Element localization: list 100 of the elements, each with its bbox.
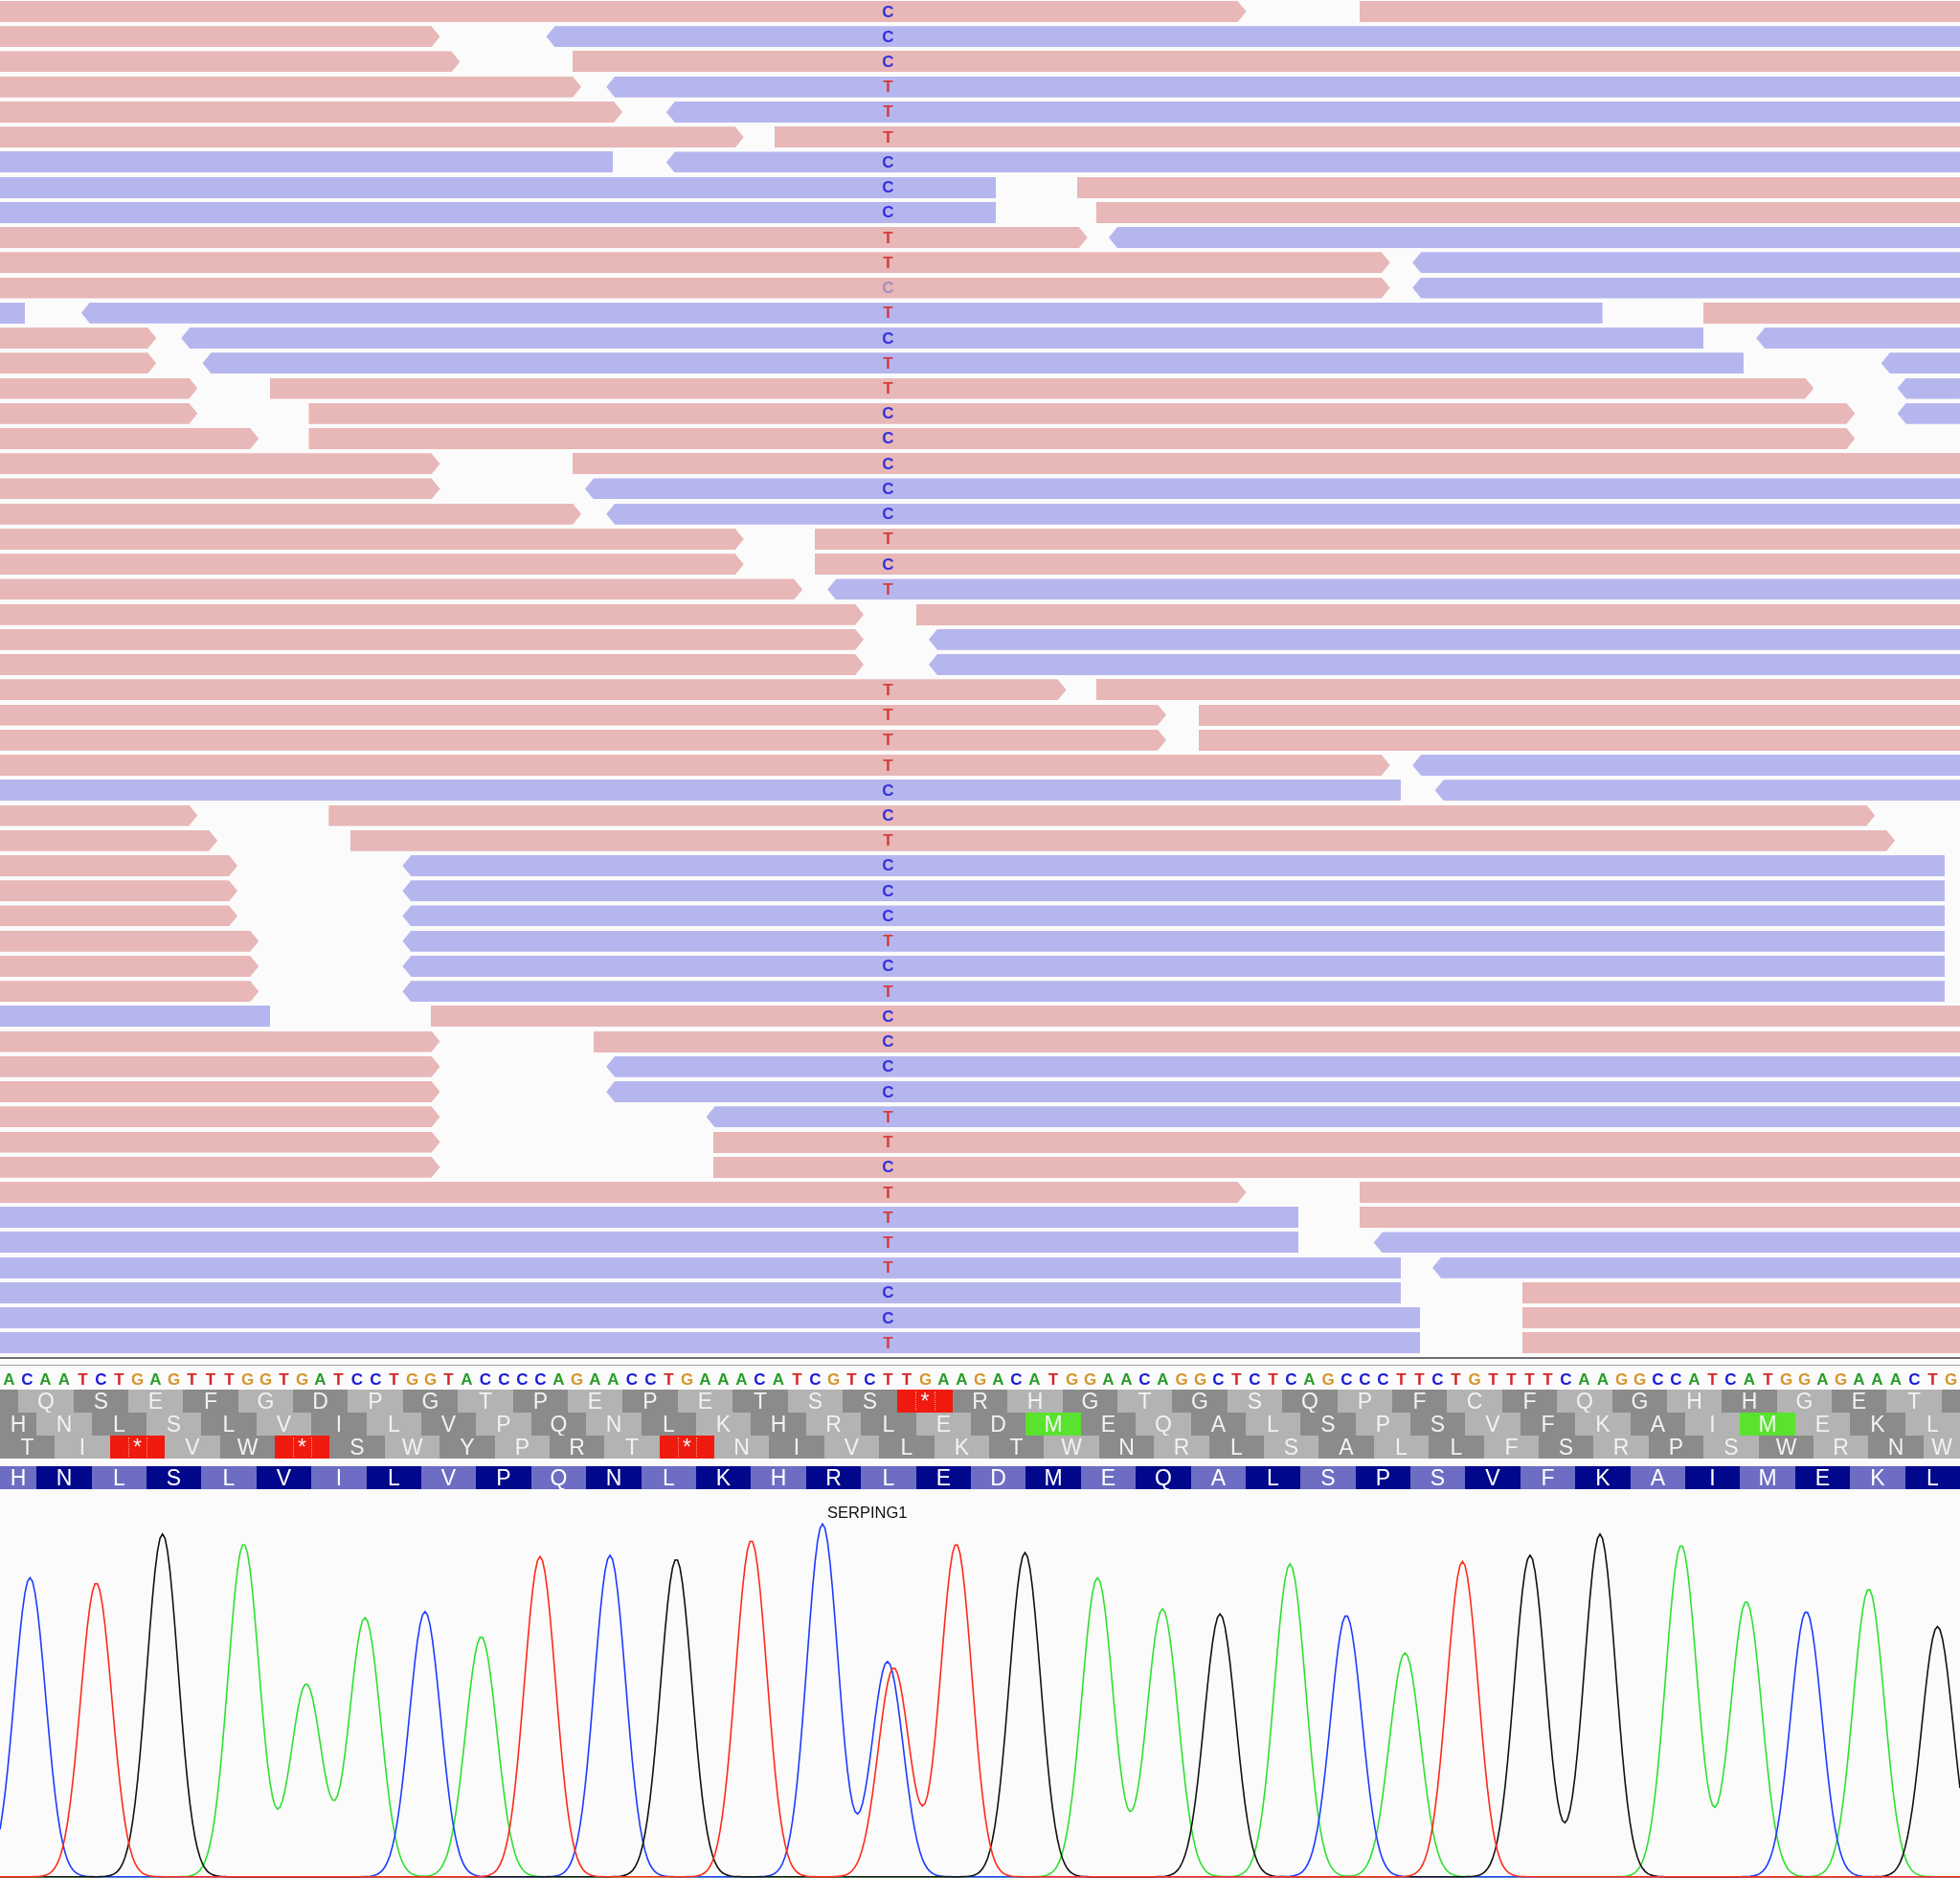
reference-base: C: [1138, 1370, 1152, 1388]
reference-base: C: [624, 1370, 640, 1388]
mismatch-base: C: [881, 51, 895, 73]
mismatch-base: C: [881, 278, 895, 299]
amino-acid-cell: T: [1886, 1390, 1942, 1413]
mismatch-base: T: [882, 1332, 894, 1354]
amino-acid-cell: M: [1025, 1413, 1081, 1436]
amino-acid-cell: I: [769, 1436, 824, 1459]
amino-acid-cell: A: [1191, 1413, 1246, 1436]
mismatch-base: T: [882, 77, 894, 98]
reference-base: A: [588, 1370, 602, 1388]
mismatch-base: T: [882, 705, 894, 726]
amino-acid-cell: R: [1154, 1436, 1209, 1459]
amino-acid-cell: N: [36, 1413, 92, 1436]
gene-amino-acid-cell: H: [0, 1466, 36, 1489]
reference-base: C: [497, 1370, 511, 1388]
amino-acid-cell: L: [642, 1413, 696, 1436]
reference-base: A: [1577, 1370, 1591, 1388]
reference-base: A: [38, 1370, 53, 1388]
mismatch-base: C: [881, 1307, 895, 1329]
gene-amino-acid-cell: S: [146, 1466, 201, 1489]
amino-acid-cell: S: [329, 1436, 385, 1459]
mismatch-base: T: [882, 1207, 894, 1229]
reference-base: C: [643, 1370, 658, 1388]
reference-base: T: [442, 1370, 455, 1388]
mismatch-base: T: [882, 1132, 894, 1153]
amino-acid-cell: R: [550, 1436, 604, 1459]
reference-base: A: [1687, 1370, 1701, 1388]
reference-base: T: [332, 1370, 345, 1388]
gene-amino-acid-cell: E: [1795, 1466, 1850, 1489]
gene-amino-acid-cell: M: [1025, 1466, 1081, 1489]
mismatch-base: T: [882, 1182, 894, 1203]
gene-amino-acid-cell: L: [642, 1466, 696, 1489]
amino-acid-cell: *: [110, 1436, 165, 1459]
amino-acid-cell: L: [1209, 1436, 1264, 1459]
reference-base: C: [533, 1370, 548, 1388]
reference-base: C: [478, 1370, 493, 1388]
reference-base: T: [204, 1370, 217, 1388]
amino-acid-cell: T: [458, 1390, 513, 1413]
reference-base: A: [460, 1370, 474, 1388]
amino-acid-cell: S: [788, 1390, 843, 1413]
amino-acid-cell: T: [604, 1436, 660, 1459]
mismatch-base: T: [882, 378, 894, 399]
reference-base: G: [294, 1370, 310, 1388]
reference-base: G: [972, 1370, 988, 1388]
amino-acid-cell: W: [1759, 1436, 1814, 1459]
reference-base: C: [753, 1370, 767, 1388]
reference-base: A: [991, 1370, 1005, 1388]
reference-base: A: [606, 1370, 620, 1388]
reference-base: G: [1833, 1370, 1849, 1388]
amino-acid-cell: Q: [1136, 1413, 1191, 1436]
reference-base: G: [825, 1370, 842, 1388]
reference-base: G: [1778, 1370, 1794, 1388]
mismatch-base: C: [881, 1031, 895, 1052]
reference-base: C: [1248, 1370, 1262, 1388]
gene-amino-acid-cell: F: [1521, 1466, 1575, 1489]
mismatch-base: C: [881, 905, 895, 927]
gene-amino-acid-cell: L: [92, 1466, 146, 1489]
gene-amino-acid-cell: R: [806, 1466, 861, 1489]
reference-base: A: [698, 1370, 712, 1388]
amino-acid-cell: S: [1703, 1436, 1759, 1459]
reference-base: G: [1174, 1370, 1189, 1388]
reference-base: T: [663, 1370, 675, 1388]
reference-base: C: [94, 1370, 108, 1388]
reference-base: G: [1796, 1370, 1813, 1388]
reference-base: A: [1742, 1370, 1757, 1388]
gene-amino-acid-cell: A: [1191, 1466, 1246, 1489]
mismatch-base: T: [882, 1257, 894, 1278]
reference-base: T: [882, 1370, 894, 1388]
mismatch-base: C: [881, 504, 895, 525]
gene-amino-acid-cell: V: [421, 1466, 476, 1489]
amino-acid-cell: S: [1410, 1413, 1465, 1436]
amino-acid-cell: H: [751, 1413, 806, 1436]
reference-base: G: [166, 1370, 182, 1388]
mismatch-base: T: [882, 352, 894, 374]
gene-amino-acid-cell: L: [201, 1466, 257, 1489]
mismatch-base: T: [882, 931, 894, 952]
amino-acid-cell: V: [1465, 1413, 1521, 1436]
gene-amino-acid-cell: S: [1410, 1466, 1465, 1489]
reference-base: T: [1395, 1370, 1408, 1388]
mismatch-base: T: [882, 252, 894, 274]
gene-amino-acid-cell: K: [696, 1466, 751, 1489]
amino-acid-cell: Q: [531, 1413, 586, 1436]
mismatch-base: C: [881, 478, 895, 500]
amino-acid-cell: V: [165, 1436, 220, 1459]
amino-acid-cell: *: [660, 1436, 714, 1459]
mismatch-base: C: [881, 26, 895, 48]
reference-base: A: [1302, 1370, 1317, 1388]
reference-base: C: [863, 1370, 877, 1388]
mismatch-base: C: [881, 780, 895, 802]
amino-acid-cell: N: [1099, 1436, 1154, 1459]
amino-acid-cell: S: [146, 1413, 201, 1436]
reference-base: T: [1487, 1370, 1499, 1388]
amino-acid-cell: I: [1685, 1413, 1740, 1436]
reference-base: G: [1082, 1370, 1098, 1388]
mismatch-base: T: [882, 830, 894, 851]
reference-base: A: [313, 1370, 327, 1388]
mismatch-base: C: [881, 956, 895, 977]
mismatch-base: T: [882, 755, 894, 777]
mismatch-base: C: [881, 1, 895, 22]
